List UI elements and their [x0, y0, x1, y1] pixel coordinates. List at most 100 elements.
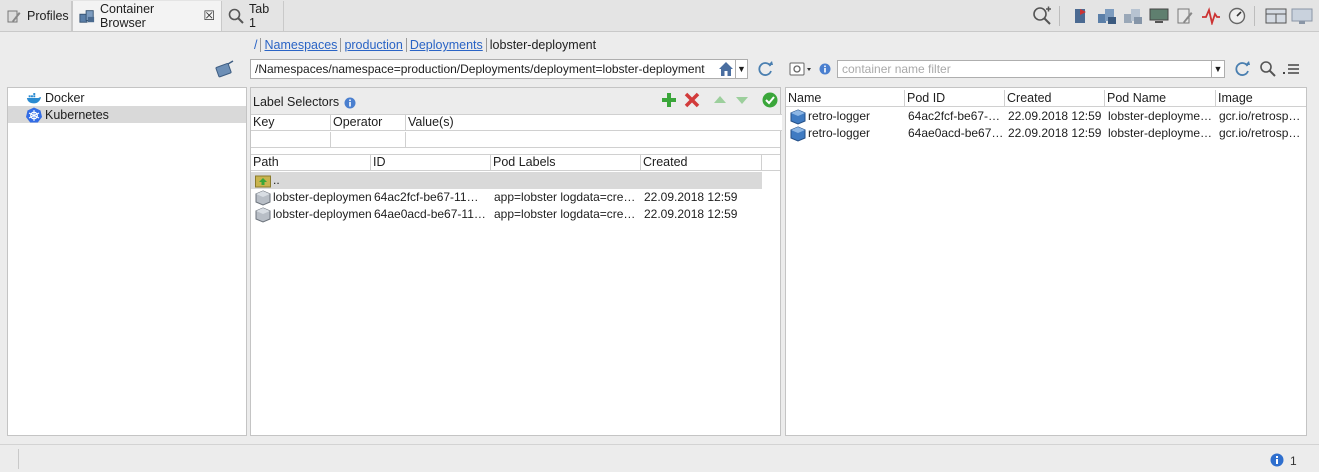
plus-icon [662, 93, 676, 107]
selector-key-cell[interactable] [251, 132, 331, 148]
layout-icon[interactable] [1265, 5, 1287, 27]
column-header-pod-labels[interactable]: Pod Labels [491, 155, 641, 171]
containers-alt-icon[interactable] [1122, 5, 1144, 27]
column-header-image[interactable]: Image [1216, 90, 1306, 107]
container-name: retro-logger [808, 126, 871, 140]
parent-folder-icon [255, 175, 271, 187]
breadcrumb-production[interactable]: production [342, 38, 404, 52]
pod-path: lobster-deploymen [273, 190, 371, 204]
label-selectors-header: Label Selectors [251, 88, 780, 114]
column-header-name[interactable]: Name [786, 90, 905, 107]
tab-label: Tab 1 [249, 2, 270, 30]
column-header-created[interactable]: Created [1005, 90, 1105, 107]
view-menu-icon[interactable] [1282, 60, 1300, 78]
column-header-key[interactable]: Key [251, 115, 331, 131]
tab-tab-1[interactable]: Tab 1 [222, 1, 284, 31]
table-row[interactable]: lobster-deploymen 64ac2fcf-be67-11… app=… [251, 189, 762, 206]
breadcrumb-namespaces[interactable]: Namespaces [262, 38, 339, 52]
container-pod-name: lobster-deployme… [1108, 109, 1213, 123]
table-row[interactable]: lobster-deploymen 64ae0acd-be67-11… app=… [251, 206, 762, 223]
pod-icon [255, 189, 271, 206]
container-name: retro-logger [808, 109, 871, 123]
info-icon[interactable] [1270, 453, 1284, 467]
container-created: 22.09.2018 12:59 [1008, 109, 1102, 123]
label-selectors-title: Label Selectors [253, 95, 340, 109]
pod-created: 22.09.2018 12:59 [644, 190, 738, 204]
refresh-icon[interactable] [1232, 59, 1252, 79]
tree-item-docker[interactable]: Docker [8, 89, 246, 106]
pod-labels: app=lobster logdata=cre… [494, 207, 636, 221]
selector-values-cell[interactable] [406, 132, 780, 148]
main-toolbar [1027, 4, 1313, 28]
add-selector-button[interactable] [659, 90, 679, 110]
arrow-up-icon [714, 96, 726, 103]
apply-selector-button[interactable] [760, 90, 780, 110]
container-pod-id: 64ae0acd-be67… [908, 126, 1004, 140]
tab-container-browser[interactable]: Container Browser ☒ [72, 1, 222, 31]
containers-icon[interactable] [1096, 5, 1118, 27]
pod-created: 22.09.2018 12:59 [644, 207, 738, 221]
status-bar: 1 [0, 444, 1319, 472]
edit-document-icon[interactable] [1174, 5, 1196, 27]
pods-table: Path ID Pod Labels Created .. lobster-de… [251, 154, 780, 434]
selector-operator-cell[interactable] [331, 132, 406, 148]
search-icon[interactable] [1259, 60, 1277, 78]
container-tools-icon[interactable] [789, 60, 815, 78]
bookmark-icon[interactable] [1070, 5, 1092, 27]
breadcrumb: / Namespaces production Deployments lobs… [252, 37, 598, 53]
info-icon [819, 63, 831, 75]
container-image: gcr.io/retrosp… [1219, 126, 1301, 140]
kubernetes-icon [26, 107, 42, 123]
column-header-path[interactable]: Path [251, 155, 371, 171]
path-dropdown-button[interactable]: ▼ [735, 60, 747, 78]
column-header-created[interactable]: Created [641, 155, 762, 171]
search-add-icon[interactable] [1031, 5, 1053, 27]
column-header-id[interactable]: ID [371, 155, 491, 171]
pod-id: 64ac2fcf-be67-11… [374, 190, 479, 204]
tree-item-label: Docker [45, 90, 85, 105]
pencil-icon [6, 8, 22, 24]
table-row[interactable]: retro-logger 64ae0acd-be67… 22.09.2018 1… [786, 125, 1306, 142]
tab-label: Profiles [27, 9, 69, 23]
container-pod-id: 64ac2fcf-be67-… [908, 109, 1001, 123]
check-icon [762, 92, 778, 108]
filter-dropdown-button[interactable]: ▼ [1211, 61, 1224, 77]
breadcrumb-root[interactable]: / [252, 38, 259, 52]
containers-table-header: Name Pod ID Created Pod Name Image [786, 90, 1306, 107]
monitor-icon[interactable] [1148, 5, 1170, 27]
tab-profiles[interactable]: Profiles [0, 1, 72, 31]
container-pod-name: lobster-deployme… [1108, 126, 1213, 140]
column-header-pod-id[interactable]: Pod ID [905, 90, 1005, 107]
pod-labels: app=lobster logdata=cre… [494, 190, 636, 204]
remove-selector-button[interactable] [682, 90, 702, 110]
column-header-operator[interactable]: Operator [331, 115, 406, 131]
gauge-icon[interactable] [1226, 5, 1248, 27]
close-icon[interactable]: ☒ [203, 8, 215, 24]
container-name-filter-input[interactable]: container name filter [837, 60, 1225, 78]
notification-count: 1 [1290, 454, 1297, 468]
refresh-icon[interactable] [755, 59, 775, 79]
breadcrumb-deployments[interactable]: Deployments [408, 38, 485, 52]
table-row-parent[interactable]: .. [251, 172, 762, 189]
display-icon[interactable] [1291, 5, 1313, 27]
container-image: gcr.io/retrosp… [1219, 109, 1301, 123]
move-up-button[interactable] [710, 90, 730, 110]
tab-bar: Profiles Container Browser ☒ Tab 1 [0, 0, 1319, 32]
table-row[interactable]: retro-logger 64ac2fcf-be67-… 22.09.2018 … [786, 108, 1306, 125]
move-down-button[interactable] [732, 90, 752, 110]
docker-icon [26, 90, 42, 106]
home-icon[interactable] [717, 60, 735, 78]
label-selectors-table: Key Operator Value(s) [251, 114, 782, 148]
tree-item-label: Kubernetes [45, 107, 109, 122]
tree-item-kubernetes[interactable]: Kubernetes [8, 106, 246, 123]
activity-icon[interactable] [1200, 5, 1222, 27]
container-created: 22.09.2018 12:59 [1008, 126, 1102, 140]
pod-path: lobster-deploymen [273, 207, 371, 221]
connect-icon[interactable] [215, 60, 235, 78]
column-header-pod-name[interactable]: Pod Name [1105, 90, 1216, 107]
path-input[interactable]: /Namespaces/namespace=production/Deploym… [250, 59, 748, 79]
pod-icon [255, 206, 271, 223]
container-icon [790, 125, 806, 142]
column-header-values[interactable]: Value(s) [406, 115, 780, 131]
tab-label: Container Browser [100, 2, 155, 30]
